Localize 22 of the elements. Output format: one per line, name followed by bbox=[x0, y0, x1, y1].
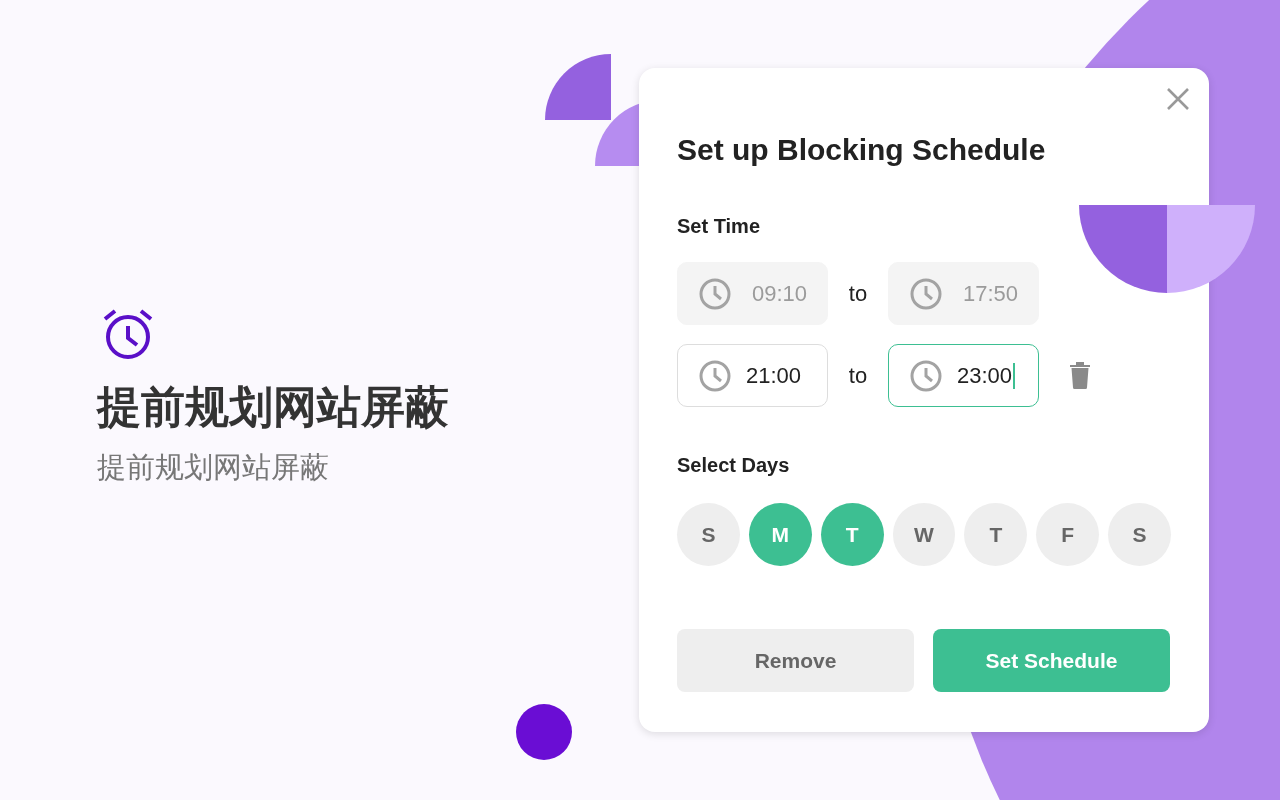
hero-subtitle: 提前规划网站屏蔽 bbox=[97, 449, 330, 485]
range-separator: to bbox=[847, 362, 869, 389]
section-heading: Set Time bbox=[677, 214, 761, 238]
day-toggle[interactable]: S bbox=[677, 503, 740, 566]
day-toggle[interactable]: F bbox=[1036, 503, 1100, 566]
time-field[interactable]: 21:00 bbox=[677, 344, 828, 407]
clock-icon bbox=[698, 276, 732, 311]
section-heading: Select Days bbox=[677, 453, 791, 477]
clock-icon bbox=[909, 276, 943, 311]
clock-icon bbox=[909, 358, 943, 393]
day-toggle[interactable]: T bbox=[964, 503, 1028, 566]
clock-icon bbox=[698, 358, 732, 393]
hero-title: 提前规划网站屏蔽 bbox=[97, 380, 450, 433]
day-toggle[interactable]: W bbox=[892, 503, 956, 566]
close-icon[interactable] bbox=[1165, 86, 1191, 112]
remove-button[interactable]: Remove bbox=[677, 629, 914, 692]
range-separator: to bbox=[847, 280, 869, 307]
time-field[interactable]: 23:00 bbox=[888, 344, 1039, 407]
decorative-dot bbox=[516, 704, 572, 760]
text-cursor bbox=[1013, 362, 1016, 389]
dialog-title: Set up Blocking Schedule bbox=[677, 132, 1047, 168]
day-toggle[interactable]: S bbox=[1108, 503, 1171, 566]
